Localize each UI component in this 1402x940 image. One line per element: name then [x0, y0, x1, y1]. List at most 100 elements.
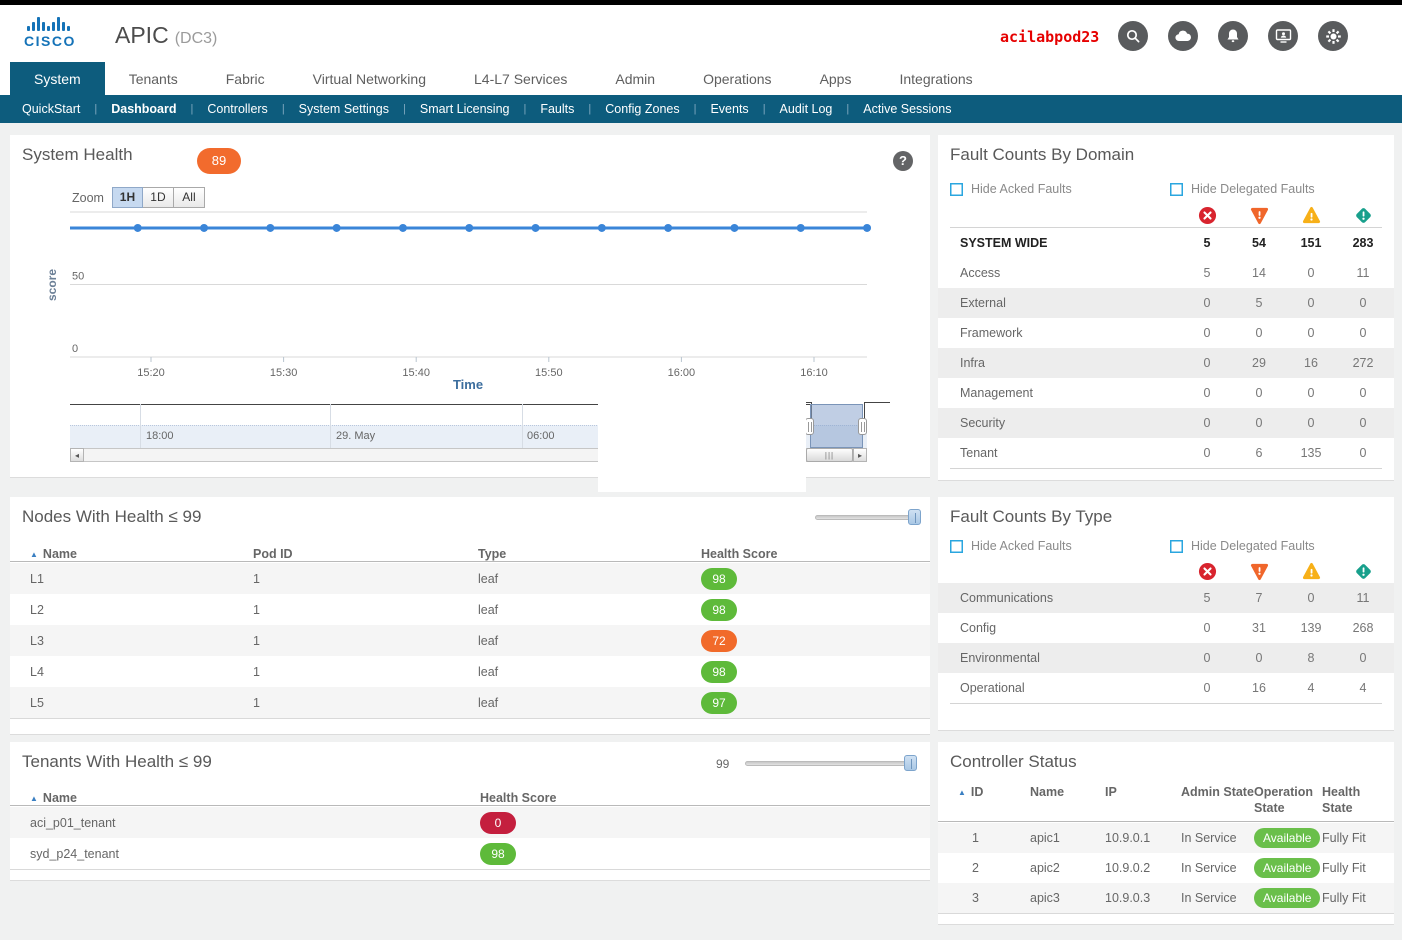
- table-row[interactable]: L31leaf72: [10, 625, 930, 656]
- tab-apps[interactable]: Apps: [796, 62, 876, 95]
- subnav-faults[interactable]: Faults: [540, 102, 574, 116]
- subnav-system-settings[interactable]: System Settings: [299, 102, 389, 116]
- system-health-title: System Health: [22, 145, 133, 165]
- scrollbar-right-arrow[interactable]: ▸: [853, 448, 867, 462]
- critical-count: 5: [1181, 236, 1233, 250]
- table-row[interactable]: Management0000: [938, 378, 1394, 408]
- table-row[interactable]: aci_p01_tenant0: [10, 807, 930, 838]
- node-type: leaf: [478, 665, 701, 679]
- controller-name: apic2: [1030, 861, 1105, 875]
- nodes-health-slider[interactable]: [815, 509, 919, 525]
- cisco-logo: CISCO: [24, 14, 94, 54]
- table-row[interactable]: Operational01644: [938, 673, 1394, 703]
- table-row[interactable]: 1apic110.9.0.1In ServiceAvailableFully F…: [938, 823, 1394, 853]
- table-row[interactable]: Communications57011: [938, 583, 1394, 613]
- table-row[interactable]: Framework0000: [938, 318, 1394, 348]
- navigator-left-handle[interactable]: [805, 418, 814, 435]
- hide-delegated-checkbox[interactable]: [1170, 540, 1183, 553]
- tab-tenants[interactable]: Tenants: [105, 62, 202, 95]
- logged-in-user[interactable]: acilabpod23: [1000, 28, 1099, 46]
- col-ip[interactable]: IP: [1105, 782, 1181, 800]
- col-name[interactable]: Name: [1030, 782, 1105, 800]
- slider-handle[interactable]: [908, 509, 921, 525]
- alerts-button[interactable]: [1218, 21, 1248, 51]
- col-pod-id[interactable]: Pod ID: [253, 547, 478, 561]
- settings-button[interactable]: [1318, 21, 1348, 51]
- scrollbar-left-arrow[interactable]: ◂: [70, 448, 84, 462]
- table-row[interactable]: Environmental0080: [938, 643, 1394, 673]
- subnav-config-zones[interactable]: Config Zones: [605, 102, 679, 116]
- tab-operations[interactable]: Operations: [679, 62, 795, 95]
- slider-handle[interactable]: [904, 755, 917, 771]
- svg-text:15:20: 15:20: [137, 367, 165, 379]
- table-row[interactable]: 2apic210.9.0.2In ServiceAvailableFully F…: [938, 853, 1394, 883]
- tab-virtual-networking[interactable]: Virtual Networking: [289, 62, 450, 95]
- node-type: leaf: [478, 572, 701, 586]
- help-icon[interactable]: ?: [893, 151, 913, 171]
- sessions-button[interactable]: [1268, 21, 1298, 51]
- svg-text:15:30: 15:30: [270, 367, 298, 379]
- slider-track[interactable]: [745, 761, 915, 766]
- tab-admin[interactable]: Admin: [591, 62, 679, 95]
- zoom-label: Zoom: [72, 191, 104, 205]
- tab-fabric[interactable]: Fabric: [202, 62, 289, 95]
- severity-icon-row: [938, 203, 1394, 227]
- table-row[interactable]: L11leaf98: [10, 563, 930, 594]
- subnav-separator: |: [694, 103, 697, 115]
- col-admin-state[interactable]: Admin State: [1181, 782, 1254, 800]
- col-health-state[interactable]: Health State: [1322, 782, 1394, 817]
- scrollbar-thumb[interactable]: |||: [806, 448, 853, 462]
- navigator-selection[interactable]: [810, 404, 863, 448]
- col-name[interactable]: ▲Name: [30, 547, 253, 561]
- table-row[interactable]: External0500: [938, 288, 1394, 318]
- svg-text:0: 0: [72, 343, 78, 355]
- col-health-score[interactable]: Health Score: [480, 791, 930, 805]
- cloud-button[interactable]: [1168, 21, 1198, 51]
- col-type[interactable]: Type: [478, 547, 701, 561]
- hide-acked-faults-control: Hide Acked Faults: [950, 539, 1072, 553]
- search-button[interactable]: [1118, 21, 1148, 51]
- tenants-health-slider[interactable]: [745, 755, 915, 771]
- table-row[interactable]: L41leaf98: [10, 656, 930, 687]
- hide-acked-checkbox[interactable]: [950, 183, 963, 196]
- table-row[interactable]: L21leaf98: [10, 594, 930, 625]
- subnav-smart-licensing[interactable]: Smart Licensing: [420, 102, 510, 116]
- hide-acked-checkbox[interactable]: [950, 540, 963, 553]
- table-row[interactable]: L51leaf97: [10, 687, 930, 718]
- svg-text:15:50: 15:50: [535, 367, 563, 379]
- table-row[interactable]: 3apic310.9.0.3In ServiceAvailableFully F…: [938, 883, 1394, 913]
- tab-l4-l7-services[interactable]: L4-L7 Services: [450, 62, 591, 95]
- secondary-nav: QuickStart| Dashboard| Controllers| Syst…: [0, 95, 1402, 123]
- tab-integrations[interactable]: Integrations: [875, 62, 996, 95]
- zoom-all-button[interactable]: All: [174, 187, 205, 208]
- zoom-1d-button[interactable]: 1D: [143, 187, 174, 208]
- slider-track[interactable]: [815, 515, 919, 520]
- navigator-right-handle[interactable]: [858, 418, 867, 435]
- table-row[interactable]: Infra02916272: [938, 348, 1394, 378]
- minor-icon: [1285, 206, 1337, 225]
- tenants-panel-title: Tenants With Health ≤ 99: [22, 752, 212, 772]
- tab-system[interactable]: System: [10, 62, 105, 95]
- table-row[interactable]: Access514011: [938, 258, 1394, 288]
- subnav-quickstart[interactable]: QuickStart: [22, 102, 80, 116]
- table-row[interactable]: Tenant061350: [938, 438, 1394, 468]
- subnav-dashboard[interactable]: Dashboard: [111, 102, 176, 116]
- zoom-1h-button[interactable]: 1H: [112, 187, 143, 208]
- svg-text:Time: Time: [453, 377, 483, 392]
- subnav-controllers[interactable]: Controllers: [207, 102, 267, 116]
- table-row[interactable]: Config031139268: [938, 613, 1394, 643]
- svg-text:16:00: 16:00: [668, 367, 696, 379]
- row-label: Config: [960, 621, 1181, 635]
- subnav-active-sessions[interactable]: Active Sessions: [863, 102, 951, 116]
- col-health-score[interactable]: Health Score: [701, 547, 930, 561]
- fault-type-title: Fault Counts By Type: [950, 507, 1112, 527]
- table-row[interactable]: Security0000: [938, 408, 1394, 438]
- table-row[interactable]: syd_p24_tenant98: [10, 838, 930, 869]
- col-operation-state[interactable]: Operation State: [1254, 782, 1322, 817]
- subnav-audit-log[interactable]: Audit Log: [780, 102, 833, 116]
- hide-delegated-checkbox[interactable]: [1170, 183, 1183, 196]
- controller-status-title: Controller Status: [950, 752, 1077, 772]
- subnav-events[interactable]: Events: [710, 102, 748, 116]
- col-name[interactable]: ▲Name: [30, 791, 480, 805]
- col-id[interactable]: ▲ID: [958, 782, 1030, 800]
